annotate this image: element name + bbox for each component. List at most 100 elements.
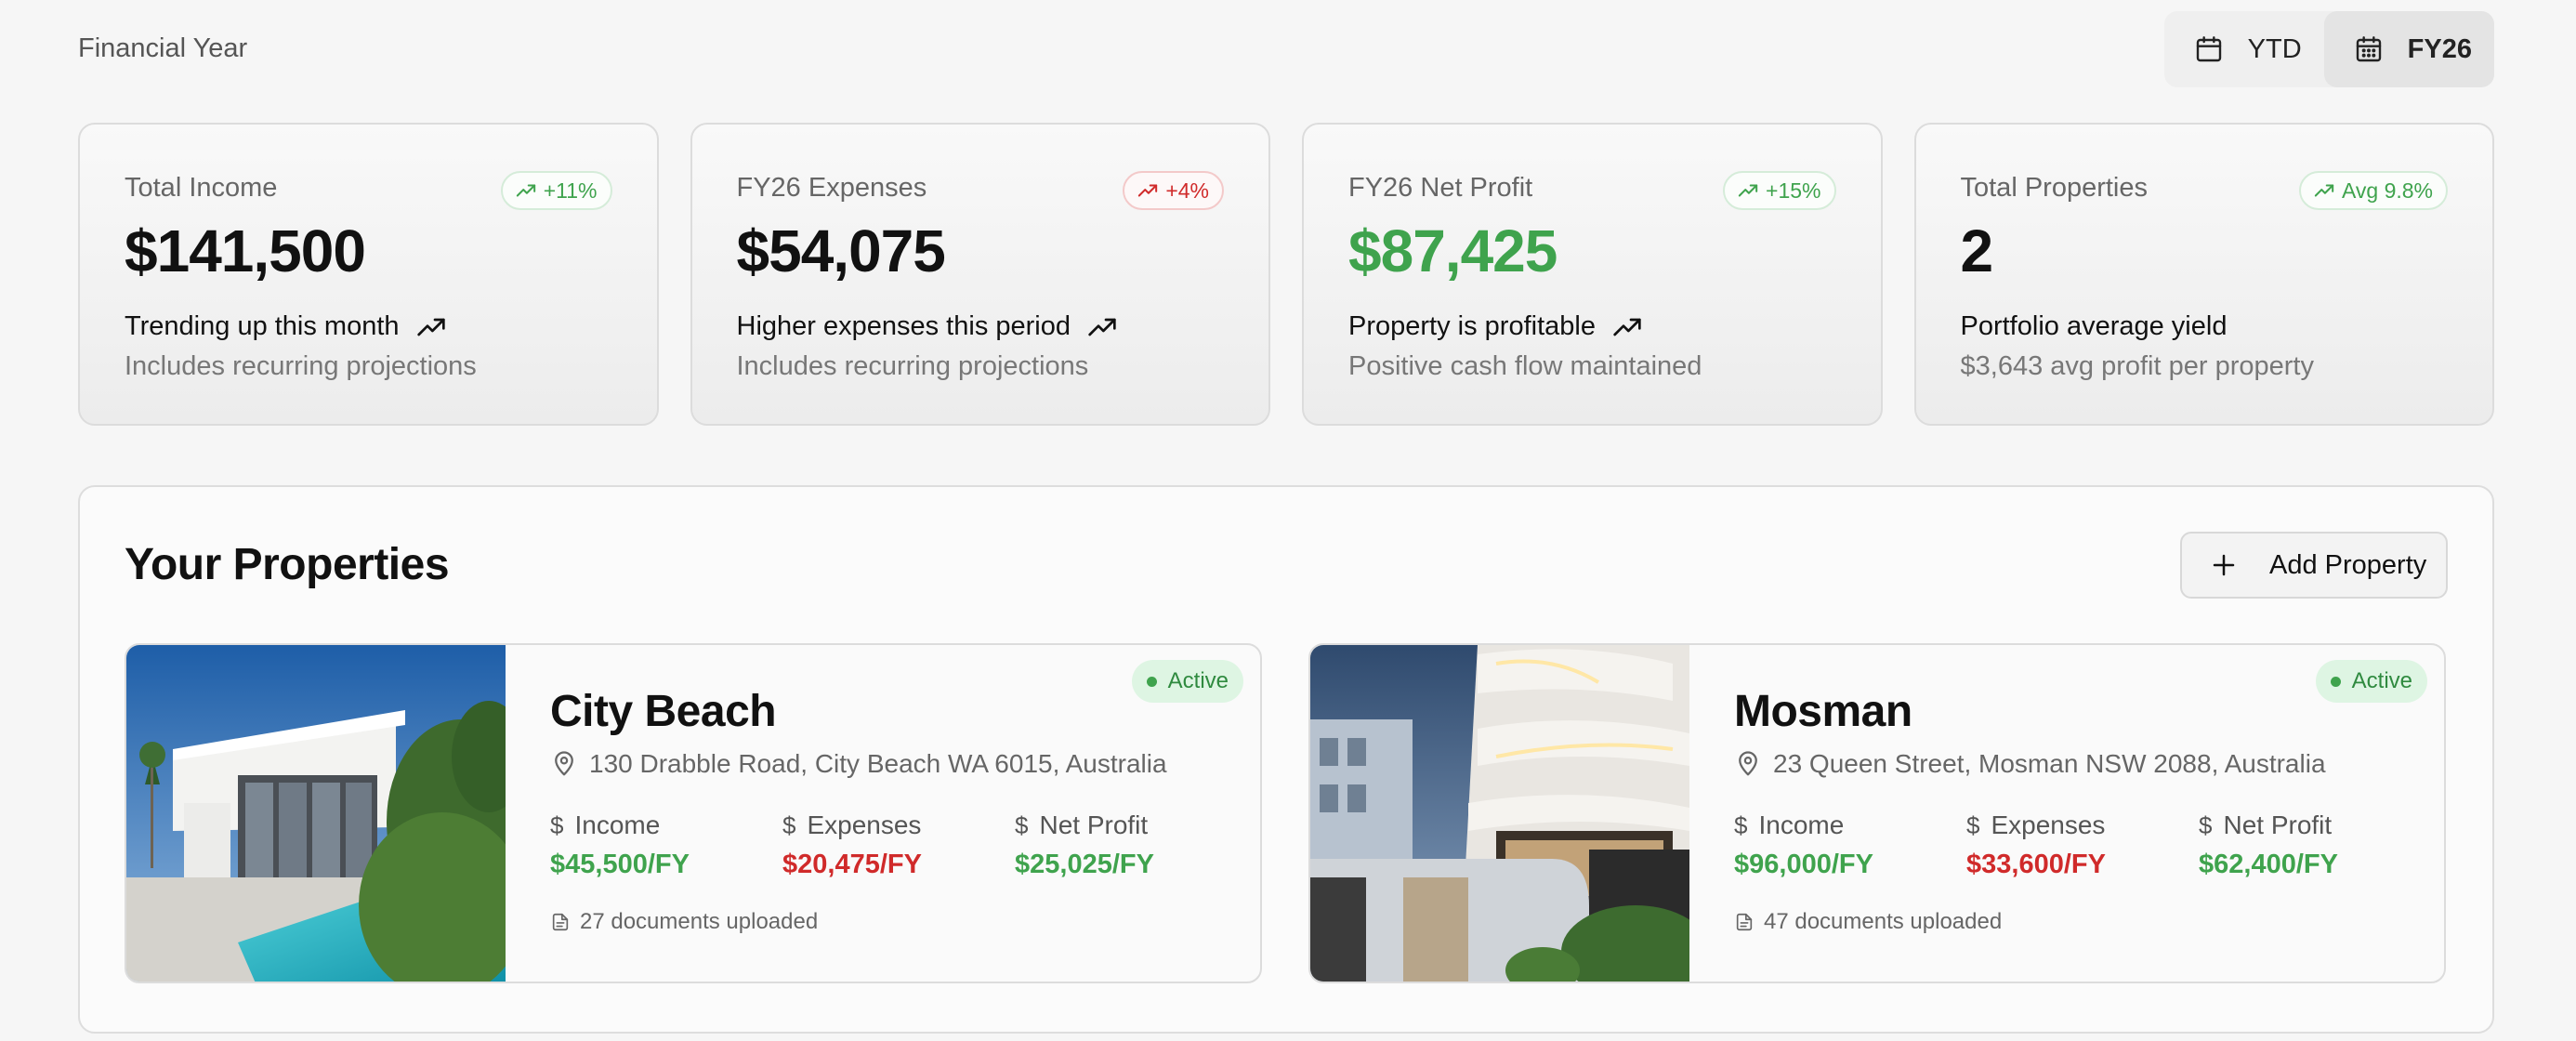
add-property-button[interactable]: Add Property [2180, 532, 2448, 599]
status-label: Active [1167, 668, 1229, 693]
stat-card-expenses: FY26 Expenses $54,075 Higher expenses th… [690, 123, 1270, 426]
metric-label-text: Expenses [1991, 810, 2106, 839]
property-card-mosman[interactable]: Mosman 23 Queen Street, Mosman NSW 2088,… [1308, 643, 2446, 983]
metric-value: $62,400/FY [2199, 850, 2338, 879]
stat-value: $141,500 [125, 217, 366, 284]
documents-count: 47 documents uploaded [1734, 909, 2002, 935]
dollar-icon: $ [550, 810, 564, 839]
stat-trend-line: Trending up this month [125, 311, 612, 342]
status-dot-icon [1146, 676, 1157, 687]
stat-value: $54,075 [736, 217, 946, 284]
badge-label: +15% [1766, 178, 1821, 203]
trending-up-icon [516, 184, 535, 197]
stats-row: Total Income $141,500 Trending up this m… [78, 123, 2494, 426]
period-toggle: YTD FY26 [2163, 11, 2494, 87]
financial-year-label: Financial Year [78, 33, 248, 63]
metric-label: $ Expenses [782, 810, 1015, 840]
stat-trend-text: Trending up this month [125, 311, 400, 341]
property-photo [126, 645, 506, 982]
metric-label-text: Income [574, 810, 661, 839]
trend-badge: +4% [1123, 171, 1224, 210]
plus-icon [2213, 554, 2235, 576]
metric-value: $96,000/FY [1734, 850, 1873, 879]
property-metrics: $ Income $96,000/FY $ Expenses $33,600/FY … [1734, 810, 2431, 880]
ytd-button[interactable]: YTD [2164, 11, 2324, 87]
metric-value: $33,600/FY [1966, 850, 2106, 879]
dollar-icon: $ [1015, 810, 1029, 839]
stat-value: $87,425 [1348, 217, 1557, 284]
metric-net-profit: $ Net Profit $25,025/FY [1015, 810, 1247, 880]
metric-value: $20,475/FY [782, 850, 922, 879]
metric-label-text: Net Profit [2223, 810, 2333, 839]
property-address: 130 Drabble Road, City Beach WA 6015, Au… [550, 749, 1167, 779]
ytd-label: YTD [2247, 33, 2302, 64]
trend-badge: Avg 9.8% [2298, 171, 2448, 210]
status-badge: Active [1131, 660, 1243, 703]
trending-up-icon [1088, 318, 1116, 336]
metric-label: $ Net Profit [2199, 810, 2431, 840]
documents-count: 27 documents uploaded [550, 909, 818, 935]
calendar-icon [2356, 36, 2381, 62]
metric-expenses: $ Expenses $20,475/FY [782, 810, 1015, 880]
dollar-icon: $ [782, 810, 796, 839]
metric-label: $ Net Profit [1015, 810, 1247, 840]
stat-trend-text: Property is profitable [1348, 311, 1596, 341]
top-bar: Financial Year YTD FY26 [78, 0, 2494, 99]
stat-card-net-profit: FY26 Net Profit $87,425 Property is prof… [1302, 123, 1883, 426]
address-text: 130 Drabble Road, City Beach WA 6015, Au… [589, 749, 1167, 778]
properties-section: Your Properties Add Property City Beach … [78, 485, 2494, 1034]
dollar-icon: $ [1966, 810, 1980, 839]
metric-income: $ Income $96,000/FY [1734, 810, 1966, 880]
metric-net-profit: $ Net Profit $62,400/FY [2199, 810, 2431, 880]
badge-label: +11% [543, 178, 598, 203]
stat-trend-line: Higher expenses this period [737, 311, 1225, 342]
stat-sub: Includes recurring projections [736, 351, 1089, 381]
stat-sub: Includes recurring projections [125, 351, 477, 381]
property-photo [1310, 645, 1689, 982]
metric-label-text: Net Profit [1039, 810, 1149, 839]
section-title: Your Properties [125, 540, 450, 589]
stat-trend-text: Higher expenses this period [736, 311, 1071, 341]
trending-up-icon [1738, 184, 1758, 197]
badge-label: +4% [1165, 178, 1209, 203]
stat-card-total-properties: Total Properties 2 Portfolio average yie… [1913, 123, 2494, 426]
map-pin-icon [555, 751, 573, 776]
trending-up-icon [416, 318, 445, 336]
metric-value: $45,500/FY [550, 850, 690, 879]
status-label: Active [2351, 668, 2412, 693]
calendar-icon [2196, 36, 2221, 62]
trending-up-icon [1613, 318, 1641, 336]
address-text: 23 Queen Street, Mosman NSW 2088, Austra… [1773, 749, 2326, 778]
documents-text: 47 documents uploaded [1764, 909, 2003, 934]
metric-label-text: Income [1758, 810, 1845, 839]
trend-badge: +15% [1723, 171, 1836, 210]
stat-trend-line: Portfolio average yield [1961, 311, 2449, 342]
fy26-button[interactable]: FY26 [2323, 11, 2494, 87]
status-dot-icon [2330, 676, 2341, 687]
stat-trend-text: Portfolio average yield [1960, 311, 2228, 341]
file-icon [1736, 913, 1753, 931]
property-metrics: $ Income $45,500/FY $ Expenses $20,475/FY … [550, 810, 1247, 880]
metric-label: $ Income [550, 810, 782, 840]
badge-label: Avg 9.8% [2341, 178, 2433, 203]
stat-trend-line: Property is profitable [1348, 311, 1836, 342]
metric-label-text: Expenses [807, 810, 922, 839]
trending-up-icon [2314, 184, 2334, 197]
metric-income: $ Income $45,500/FY [550, 810, 782, 880]
status-badge: Active [2315, 660, 2427, 703]
stat-value: 2 [1960, 217, 1994, 284]
add-property-label: Add Property [2269, 549, 2427, 580]
dollar-icon: $ [2199, 810, 2213, 839]
map-pin-icon [1739, 751, 1757, 776]
trending-up-icon [1138, 184, 1158, 197]
property-name: Mosman [1734, 687, 1912, 736]
stat-card-total-income: Total Income $141,500 Trending up this m… [78, 123, 659, 426]
trend-badge: +11% [500, 171, 612, 210]
documents-text: 27 documents uploaded [580, 909, 819, 934]
property-card-city-beach[interactable]: City Beach 130 Drabble Road, City Beach … [125, 643, 1262, 983]
metric-label: $ Income [1734, 810, 1966, 840]
dollar-icon: $ [1734, 810, 1748, 839]
metric-expenses: $ Expenses $33,600/FY [1966, 810, 2199, 880]
stat-sub: Positive cash flow maintained [1348, 351, 1702, 381]
fy26-label: FY26 [2407, 33, 2472, 64]
